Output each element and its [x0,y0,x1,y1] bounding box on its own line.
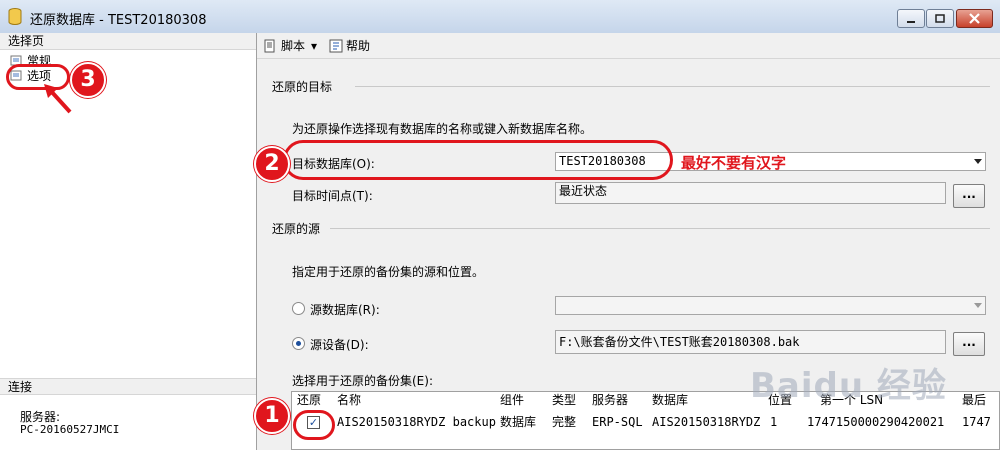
from-db-combobox[interactable] [555,296,986,315]
cell-server: ERP-SQL [592,415,643,429]
cell-last-lsn: 1747 [962,415,991,429]
cell-component: 数据库 [500,415,537,429]
maximize-icon [935,13,945,23]
chevron-down-icon [974,159,982,164]
backup-sets-label: 选择用于还原的备份集(E): [292,374,433,388]
annotation-ring-checkbox [293,410,335,440]
window-title: 还原数据库 - TEST20180308 [30,13,207,28]
dest-instruction: 为还原操作选择现有数据库的名称或键入新数据库名称。 [292,122,593,136]
cell-type: 完整 [552,415,577,429]
from-device-label: 源设备(D): [310,338,369,352]
cell-database: AIS20150318RYDZ [652,415,761,429]
target-time-browse-button[interactable]: ... [953,184,985,208]
baidu-watermark: Baidu 经验 [750,366,947,406]
minimize-button[interactable] [897,9,925,28]
device-path-value: F:\账套备份文件\TEST账套20180308.bak [559,335,800,349]
select-page-header: 选择页 [0,33,256,50]
target-time-label: 目标时间点(T): [292,189,373,203]
close-icon [969,13,980,24]
help-icon [329,39,343,52]
divider [355,86,990,87]
annotation-badge-1: 1 [254,398,290,434]
col-name[interactable]: 名称 [337,392,361,409]
help-button[interactable]: 帮助 [329,37,370,54]
col-type[interactable]: 类型 [552,392,576,409]
col-component[interactable]: 组件 [500,392,524,409]
left-pane: 选择页 常规 选项 连接 服务器: PC-20160527JMCI [0,33,257,450]
from-db-label: 源数据库(R): [310,303,380,317]
annotation-badge-2: 2 [254,146,290,182]
script-icon [264,39,275,52]
script-button[interactable]: 脚本 ▾ [263,37,317,54]
title-bar: 还原数据库 - TEST20180308 [0,0,1000,34]
help-label: 帮助 [346,39,371,53]
close-button[interactable] [956,9,993,28]
target-time-value: 最近状态 [559,184,608,198]
server-value: PC-20160527JMCI [20,423,120,436]
divider [330,228,990,229]
script-label: 脚本 [281,39,306,53]
col-database[interactable]: 数据库 [652,392,688,409]
cell-position: 1 [770,415,778,429]
target-time-field: 最近状态 [555,182,946,204]
dest-section-title: 还原的目标 [272,80,333,94]
database-icon [8,8,22,25]
device-browse-button[interactable]: ... [953,332,985,356]
toolbar: 脚本 ▾ 帮助 [257,33,1000,59]
maximize-button[interactable] [926,9,954,28]
from-device-radio[interactable] [292,337,305,350]
from-db-radio[interactable] [292,302,305,315]
col-restore[interactable]: 还原 [297,392,321,409]
source-section-title: 还原的源 [272,222,321,236]
minimize-icon [907,20,915,23]
source-instruction: 指定用于还原的备份集的源和位置。 [292,265,485,279]
annotation-ring-target-db [283,140,673,180]
col-last-lsn[interactable]: 最后 [962,392,986,409]
cell-name: AIS20150318RYDZ backup [337,415,496,429]
annotation-arrow-icon [44,84,72,114]
col-server[interactable]: 服务器 [592,392,628,409]
chevron-down-icon: ▾ [311,38,318,53]
cell-first-lsn: 1747150000290420021 [807,415,945,429]
annotation-note: 最好不要有汉字 [681,154,787,172]
device-path-field: F:\账套备份文件\TEST账套20180308.bak [555,330,946,354]
chevron-down-icon [974,303,982,308]
connect-header: 连接 [0,378,256,395]
